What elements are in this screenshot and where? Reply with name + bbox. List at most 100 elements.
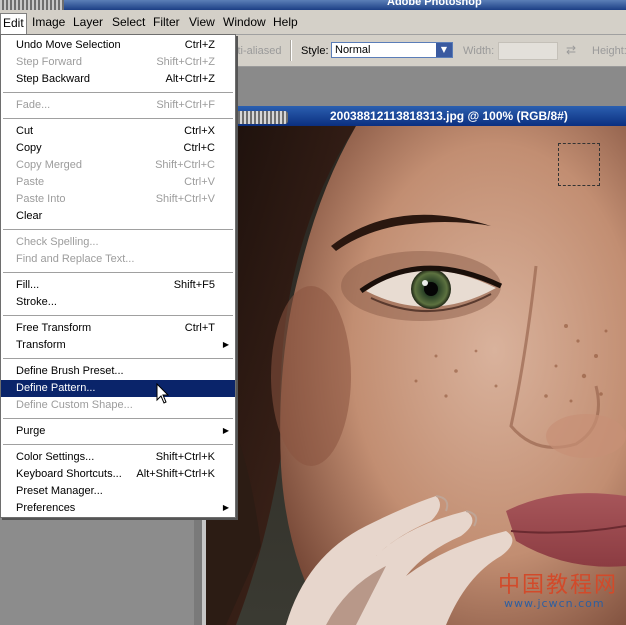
menu-item-clear[interactable]: Clear (1, 208, 235, 225)
menu-separator (3, 229, 233, 231)
menu-item-label: Paste Into (16, 193, 66, 205)
menu-item-label: Preset Manager... (16, 485, 103, 497)
menu-item-label: Define Pattern... (16, 382, 96, 394)
menu-item-define-custom-shape[interactable]: Define Custom Shape... (1, 397, 235, 414)
menu-item-free-transform[interactable]: Free Transform Ctrl+T (1, 320, 235, 337)
menu-item-shortcut: Shift+Ctrl+Z (156, 56, 215, 68)
menu-item-shortcut: Ctrl+C (183, 142, 215, 154)
menu-item-fill[interactable]: Fill... Shift+F5 (1, 277, 235, 294)
menu-item-label: Purge (16, 425, 46, 437)
options-separator (290, 40, 292, 61)
menu-item-label: Paste (16, 176, 45, 188)
menu-item-copy-merged[interactable]: Copy Merged Shift+Ctrl+C (1, 157, 235, 174)
menu-item-shortcut: Shift+F5 (173, 279, 215, 291)
menu-bar: Edit Image Layer Select Filter View Wind… (0, 10, 626, 35)
menu-item-label: Free Transform (16, 322, 92, 334)
menu-item-purge[interactable]: Purge ▶ (1, 423, 235, 440)
menu-item-label: Fade... (16, 99, 51, 111)
menu-item-transform[interactable]: Transform ▶ (1, 337, 235, 354)
menu-item-step-forward[interactable]: Step Forward Shift+Ctrl+Z (1, 54, 235, 71)
style-label: Style: (301, 45, 329, 57)
menu-item-label: Clear (16, 210, 43, 222)
menu-separator (3, 92, 233, 94)
menu-separator (3, 272, 233, 274)
menu-item-label: Cut (16, 125, 34, 137)
menu-layer[interactable]: Layer (73, 15, 103, 29)
edit-menu-dropdown: Undo Move Selection Ctrl+Z Step Forward Shi… (0, 34, 236, 518)
document-canvas[interactable] (206, 126, 626, 625)
portrait-photo (206, 126, 626, 625)
menu-item-preset-manager[interactable]: Preset Manager... (1, 483, 235, 500)
menu-item-undo-move-selection[interactable]: Undo Move Selection Ctrl+Z (1, 37, 235, 54)
menu-item-shortcut: Shift+Ctrl+F (156, 99, 215, 111)
menu-item-shortcut: Alt+Ctrl+Z (165, 73, 215, 85)
watermark-logo: 中国教程网 (498, 573, 619, 598)
mouse-cursor-icon (156, 383, 170, 404)
menu-item-shortcut: Ctrl+V (184, 176, 215, 188)
menu-item-shortcut: Shift+Ctrl+V (155, 193, 215, 205)
selection-marquee[interactable] (558, 143, 600, 186)
menu-item-shortcut: Shift+Ctrl+C (155, 159, 215, 171)
menu-item-label: Find and Replace Text... (16, 253, 135, 265)
menu-edit[interactable]: Edit (0, 13, 27, 34)
watermark-url: www.jcwcn.com (504, 597, 605, 610)
menu-view[interactable]: View (189, 15, 215, 29)
menu-window[interactable]: Window (223, 15, 266, 29)
menu-select[interactable]: Select (112, 15, 145, 29)
menu-item-preferences[interactable]: Preferences ▶ (1, 500, 235, 517)
menu-item-stroke[interactable]: Stroke... (1, 294, 235, 311)
width-label: Width: (463, 45, 495, 57)
menu-item-shortcut: Alt+Shift+Ctrl+K (136, 468, 215, 480)
menu-item-copy[interactable]: Copy Ctrl+C (1, 140, 235, 157)
menu-item-shortcut: Ctrl+T (184, 322, 215, 334)
menu-item-label: Copy Merged (16, 159, 83, 171)
menu-item-paste-into[interactable]: Paste Into Shift+Ctrl+V (1, 191, 235, 208)
menu-item-define-brush-preset[interactable]: Define Brush Preset... (1, 363, 235, 380)
submenu-arrow-icon: ▶ (222, 340, 229, 349)
height-label: Height: (592, 45, 626, 57)
menu-item-label: Define Custom Shape... (16, 399, 133, 411)
menu-item-label: Color Settings... (16, 451, 95, 463)
menu-item-label: Copy (16, 142, 42, 154)
menu-item-shortcut: Ctrl+Z (184, 39, 215, 51)
menu-help[interactable]: Help (273, 15, 298, 29)
menu-item-label: Check Spelling... (16, 236, 99, 248)
app-title: Adobe Photoshop (387, 0, 482, 8)
menu-item-paste[interactable]: Paste Ctrl+V (1, 174, 235, 191)
title-grip[interactable] (0, 0, 64, 10)
menu-item-keyboard-shortcuts[interactable]: Keyboard Shortcuts... Alt+Shift+Ctrl+K (1, 466, 235, 483)
submenu-arrow-icon: ▶ (222, 503, 229, 512)
menu-separator (3, 418, 233, 420)
menu-item-fade[interactable]: Fade... Shift+Ctrl+F (1, 97, 235, 114)
menu-image[interactable]: Image (32, 15, 65, 29)
submenu-arrow-icon: ▶ (222, 426, 229, 435)
menu-item-find-and-replace-text[interactable]: Find and Replace Text... (1, 251, 235, 268)
document-grip[interactable] (236, 111, 288, 124)
menu-item-label: Stroke... (16, 296, 57, 308)
width-input[interactable] (498, 42, 558, 60)
menu-item-define-pattern[interactable]: Define Pattern... (1, 380, 235, 397)
app-title-bar: Adobe Photoshop (0, 0, 626, 10)
menu-item-shortcut: Ctrl+X (184, 125, 215, 137)
document-title: 20038812113818313.jpg @ 100% (RGB/8#) (330, 109, 568, 123)
menu-item-label: Undo Move Selection (16, 39, 121, 51)
menu-separator (3, 358, 233, 360)
menu-separator (3, 315, 233, 317)
menu-item-label: Step Forward (16, 56, 83, 68)
menu-item-label: Keyboard Shortcuts... (16, 468, 122, 480)
menu-item-shortcut: Shift+Ctrl+K (155, 451, 215, 463)
style-dropdown[interactable]: Normal ▼ (331, 42, 453, 58)
menu-item-color-settings[interactable]: Color Settings... Shift+Ctrl+K (1, 449, 235, 466)
menu-item-check-spelling[interactable]: Check Spelling... (1, 234, 235, 251)
menu-item-cut[interactable]: Cut Ctrl+X (1, 123, 235, 140)
swap-dimensions-icon[interactable]: ⇄ (566, 43, 576, 57)
menu-item-label: Step Backward (16, 73, 90, 85)
menu-item-label: Fill... (16, 279, 40, 291)
menu-item-step-backward[interactable]: Step Backward Alt+Ctrl+Z (1, 71, 235, 88)
menu-item-label: Define Brush Preset... (16, 365, 124, 377)
style-value: Normal (335, 44, 371, 56)
chevron-down-icon[interactable]: ▼ (436, 43, 452, 57)
menu-item-label: Preferences (16, 502, 76, 514)
menu-filter[interactable]: Filter (153, 15, 180, 29)
menu-separator (3, 118, 233, 120)
